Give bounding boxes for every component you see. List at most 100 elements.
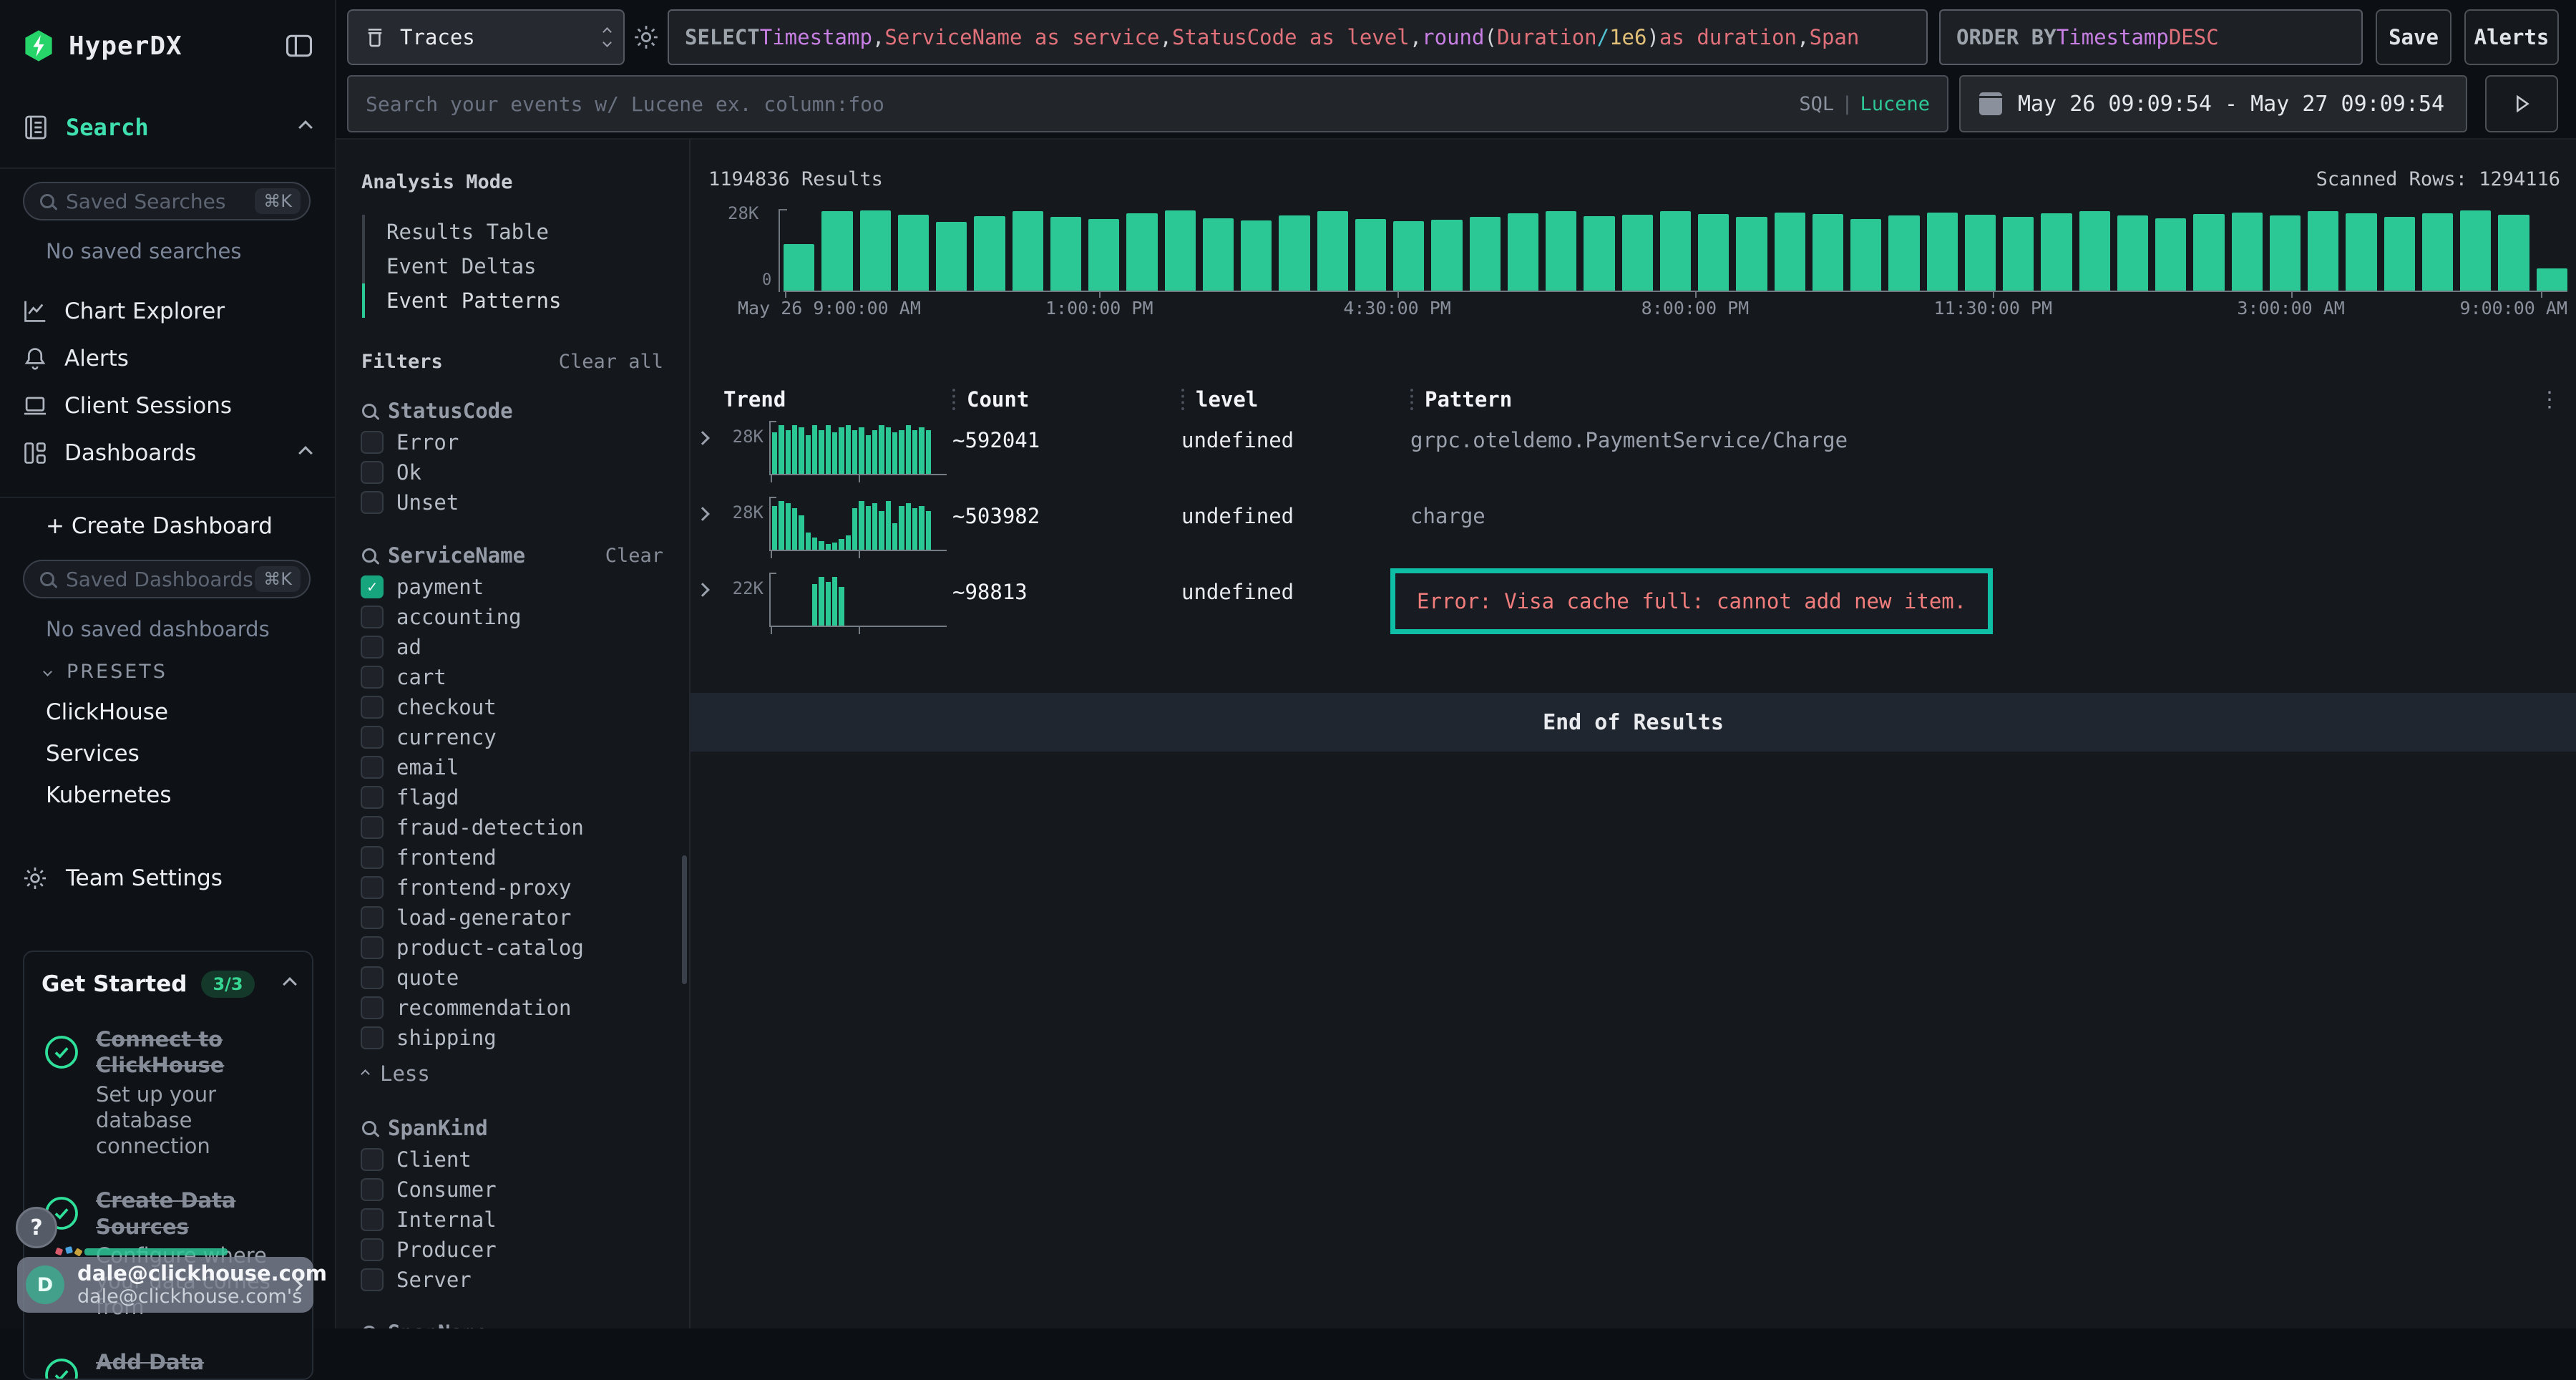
sidebar-item-search[interactable]: Search [0,107,335,147]
checkbox[interactable] [361,1178,384,1201]
analysis-mode-results-table[interactable]: Results Table [365,215,689,249]
checkbox[interactable] [361,756,384,779]
pattern-row[interactable]: 22K~98813undefinedError: Visa cache full… [691,574,2576,646]
sidebar-item-client-sessions[interactable]: Client Sessions [0,382,335,429]
sidebar-item-chart-explorer[interactable]: Chart Explorer [0,288,335,335]
filter-option-recommendation[interactable]: recommendation [336,993,689,1023]
checkbox[interactable] [361,606,384,628]
filter-option-Unset[interactable]: Unset [336,487,689,518]
run-query-button[interactable] [2485,75,2558,132]
sidebar-item-dashboards[interactable]: Dashboards [0,429,335,477]
sql-orderby-input[interactable]: ORDER BY Timestamp DESC [1939,9,2363,65]
filter-option-load-generator[interactable]: load-generator [336,903,689,933]
analysis-mode-event-patterns[interactable]: Event Patterns [365,283,689,318]
source-select[interactable]: Traces [347,9,625,65]
sidebar-item-team-settings[interactable]: Team Settings [0,856,335,900]
get-started-step[interactable]: Connect to ClickHouse Set up your databa… [42,1026,295,1159]
column-drag-handle[interactable] [1410,389,1413,410]
filter-option-payment[interactable]: ✓payment [336,572,689,602]
search-icon[interactable] [362,404,376,418]
sql-select-input[interactable]: SELECT Timestamp, ServiceName as service… [668,9,1928,65]
filter-option-fraud-detection[interactable]: fraud-detection [336,812,689,842]
column-header-level[interactable]: level [1181,387,1410,412]
filter-option-Ok[interactable]: Ok [336,457,689,487]
filter-option-Consumer[interactable]: Consumer [336,1175,689,1205]
checkbox[interactable] [361,996,384,1019]
results-histogram[interactable]: 28K 0 May 26 9:00:00 AM1:00:00 PM4:30:00… [691,206,2576,318]
column-header-pattern[interactable]: Pattern [1410,387,2539,412]
pattern-row[interactable]: 28K~503982undefinedcharge [691,498,2576,570]
show-less-button[interactable]: Less [336,1057,689,1090]
expand-row-icon[interactable] [698,422,723,446]
source-settings-gear-icon[interactable] [625,9,668,65]
column-drag-handle[interactable] [952,389,955,410]
preset-item-kubernetes[interactable]: Kubernetes [0,774,335,816]
search-input[interactable]: Search your events w/ Lucene ex. column:… [347,75,1948,132]
checkbox[interactable] [361,491,384,514]
preset-item-clickhouse[interactable]: ClickHouse [0,691,335,733]
date-range-picker[interactable]: May 26 09:09:54 - May 27 09:09:54 [1959,75,2467,132]
clear-group-button[interactable]: Clear [605,545,663,567]
filter-option-Internal[interactable]: Internal [336,1205,689,1235]
presets-toggle[interactable]: PRESETS [0,651,335,691]
checkbox[interactable] [361,431,384,454]
highlighted-pattern[interactable]: Error: Visa cache full: cannot add new i… [1390,568,1993,634]
filter-option-accounting[interactable]: accounting [336,602,689,632]
chevron-up-icon[interactable] [298,120,313,135]
sidebar-item-alerts[interactable]: Alerts [0,335,335,382]
sql-toggle[interactable]: SQL [1799,93,1834,115]
search-icon[interactable] [362,1326,376,1328]
filter-option-ad[interactable]: ad [336,632,689,662]
scrollbar-thumb[interactable] [682,855,687,984]
expand-row-icon[interactable] [698,574,723,598]
filter-option-quote[interactable]: quote [336,963,689,993]
checkbox[interactable] [361,1026,384,1049]
chevron-up-icon[interactable] [298,446,313,460]
lucene-toggle[interactable]: Lucene [1860,93,1930,115]
filter-option-email[interactable]: email [336,752,689,782]
filter-option-Server[interactable]: Server [336,1265,689,1295]
alerts-button[interactable]: Alerts [2464,9,2559,65]
filter-option-product-catalog[interactable]: product-catalog [336,933,689,963]
user-menu[interactable]: D dale@clickhouse.com dale@clickhouse.co… [17,1257,313,1313]
checkbox[interactable] [361,876,384,899]
saved-searches-input[interactable]: Saved Searches ⌘K [23,182,311,220]
expand-row-icon[interactable] [698,498,723,522]
column-header-count[interactable]: Count [952,387,1181,412]
search-icon[interactable] [362,548,376,563]
preset-item-services[interactable]: Services [0,733,335,774]
chevron-up-icon[interactable] [283,977,297,991]
create-dashboard-button[interactable]: + Create Dashboard [0,505,335,547]
checkbox[interactable] [361,786,384,809]
filter-option-Client[interactable]: Client [336,1145,689,1175]
checkbox[interactable] [361,666,384,689]
checkbox[interactable] [361,936,384,959]
filter-option-flagd[interactable]: flagd [336,782,689,812]
help-button[interactable]: ? [16,1207,57,1248]
get-started-step[interactable]: Add Data Start sending logs, metrics, or… [42,1349,295,1380]
collapse-sidebar-icon[interactable] [283,30,315,62]
checkbox[interactable] [361,696,384,719]
checkbox[interactable] [361,1268,384,1291]
checkbox[interactable] [361,636,384,659]
column-drag-handle[interactable] [1181,389,1184,410]
checkbox[interactable]: ✓ [361,575,384,598]
checkbox[interactable] [361,1208,384,1231]
filter-option-checkout[interactable]: checkout [336,692,689,722]
filter-option-frontend-proxy[interactable]: frontend-proxy [336,873,689,903]
filter-option-shipping[interactable]: shipping [336,1023,689,1053]
filter-option-currency[interactable]: currency [336,722,689,752]
table-options-icon[interactable]: ⋮ [2539,387,2560,412]
filter-option-Error[interactable]: Error [336,427,689,457]
filter-option-Producer[interactable]: Producer [336,1235,689,1265]
checkbox[interactable] [361,846,384,869]
pattern-row[interactable]: 28K~592041undefinedgrpc.oteldemo.Payment… [691,422,2576,494]
filter-option-frontend[interactable]: frontend [336,842,689,873]
checkbox[interactable] [361,1238,384,1261]
checkbox[interactable] [361,816,384,839]
checkbox[interactable] [361,461,384,484]
save-button[interactable]: Save [2376,9,2451,65]
checkbox[interactable] [361,966,384,989]
checkbox[interactable] [361,1148,384,1171]
clear-all-button[interactable]: Clear all [559,351,663,373]
